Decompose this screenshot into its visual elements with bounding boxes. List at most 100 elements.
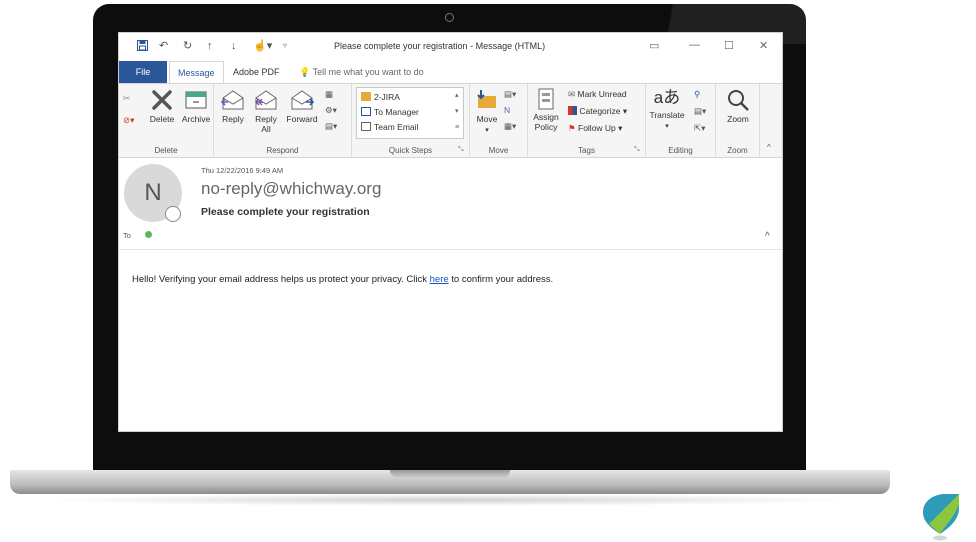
quick-step-item[interactable]: To Manager <box>361 106 419 118</box>
ribbon: ✂ ⊘▾ Delete Archive Delete Reply Reply A… <box>119 83 782 158</box>
message-subject: Please complete your registration <box>201 206 370 218</box>
editing-group-label: Editing <box>668 146 693 155</box>
forward-button[interactable]: Forward <box>282 88 322 124</box>
lightbulb-icon: 💡 <box>299 67 311 77</box>
more-respond-icon[interactable]: ▤▾ <box>325 120 337 132</box>
im-reply-icon[interactable]: ⚙▾ <box>325 104 337 116</box>
categorize-icon <box>568 106 577 115</box>
reading-pane: N Thu 12/22/2016 9:49 AM no-reply@whichw… <box>119 158 782 431</box>
laptop-shadow <box>40 494 860 506</box>
title-bar: ↶ ↻ ↑ ↓ ☝▾ ▿ Please complete your regist… <box>119 33 782 61</box>
find-icon[interactable]: ⚲ <box>694 88 700 100</box>
maximize-icon[interactable]: ☐ <box>724 39 734 52</box>
related-icon[interactable]: ▤▾ <box>694 105 706 117</box>
forward-label: Forward <box>286 114 318 124</box>
touch-mode-icon[interactable]: ☝▾ <box>253 40 272 52</box>
move-group: Move ▾ ▤▾ N ▦▾ Move <box>470 84 528 157</box>
delete-group: ✂ ⊘▾ Delete Archive Delete <box>119 84 214 157</box>
confirm-link[interactable]: here <box>430 274 449 285</box>
quick-step-item[interactable]: 2-JIRA <box>361 91 400 103</box>
customize-toolbar-icon[interactable]: ▿ <box>283 40 287 52</box>
ribbon-display-options-icon[interactable]: ▭ <box>649 39 659 52</box>
redo-icon[interactable]: ↻ <box>183 40 192 52</box>
delete-group-label: Delete <box>154 146 178 155</box>
respond-group-label: Respond <box>266 146 299 155</box>
junk-icon[interactable]: ⊘▾ <box>123 114 134 126</box>
previous-item-icon[interactable]: ↑ <box>207 40 213 52</box>
move-dropdown-icon: ▾ <box>485 127 489 134</box>
rules-icon[interactable]: ▤▾ <box>504 88 516 100</box>
reply-all-label-line2: All <box>261 124 271 134</box>
gallery-scroll-down-icon[interactable]: ▾ <box>455 106 459 118</box>
brand-logo-icon <box>923 494 959 541</box>
move-button[interactable]: Move ▾ <box>472 88 502 136</box>
quick-steps-group: 2-JIRA To Manager Team Email ▴ ▾ ≡ Quick… <box>352 84 470 157</box>
zoom-button[interactable]: Zoom <box>718 88 758 124</box>
translate-button[interactable]: aあ Translate ▾ <box>647 86 687 132</box>
mark-unread-button[interactable]: ✉ Mark Unread <box>568 88 627 100</box>
recipient-status-icon[interactable] <box>145 231 152 238</box>
email-icon <box>361 122 371 131</box>
policy-icon <box>538 88 554 110</box>
envelope-icon: ✉ <box>568 89 576 99</box>
presence-status-icon <box>165 206 181 222</box>
categorize-button[interactable]: Categorize ▾ <box>568 105 627 117</box>
tab-file[interactable]: File <box>119 61 167 83</box>
reply-icon <box>220 90 244 110</box>
collapse-ribbon-icon[interactable]: ^ <box>767 142 771 154</box>
reply-button[interactable]: Reply <box>216 88 250 124</box>
move-folder-icon <box>477 90 496 108</box>
delete-button[interactable]: Delete <box>145 88 179 124</box>
gallery-scroll-up-icon[interactable]: ▴ <box>455 90 459 102</box>
undo-icon[interactable]: ↶ <box>159 40 168 52</box>
delete-x-icon <box>152 90 172 110</box>
reply-all-button[interactable]: Reply All <box>249 88 283 134</box>
tags-group-label: Tags <box>578 146 595 155</box>
magnifier-icon <box>728 90 749 111</box>
follow-up-button[interactable]: ⚑ Follow Up ▾ <box>568 122 622 134</box>
window-title: Please complete your registration - Mess… <box>334 41 546 51</box>
message-body: Hello! Verifying your email address help… <box>132 274 553 285</box>
save-icon[interactable] <box>137 40 148 54</box>
tell-me-placeholder: Tell me what you want to do <box>312 67 424 77</box>
zoom-group-label: Zoom <box>727 146 748 155</box>
tell-me-search[interactable]: 💡 Tell me what you want to do <box>291 61 432 83</box>
quick-steps-group-label: Quick Steps <box>388 146 433 155</box>
next-item-icon[interactable]: ↓ <box>231 40 237 52</box>
close-icon[interactable]: ✕ <box>759 39 768 52</box>
assign-policy-label-line1: Assign <box>533 112 559 122</box>
webcam-icon <box>445 13 454 22</box>
translate-icon: aあ <box>653 88 681 107</box>
outlook-message-window: ↶ ↻ ↑ ↓ ☝▾ ▿ Please complete your regist… <box>118 32 783 432</box>
quick-step-item[interactable]: Team Email <box>361 121 418 133</box>
gallery-expand-icon[interactable]: ≡ <box>455 122 459 134</box>
select-icon[interactable]: ⇱▾ <box>694 122 705 134</box>
quick-steps-launcher-icon[interactable]: ⤡ <box>458 144 464 156</box>
respond-group: Reply Reply All Forward ▦ ⚙▾ ▤▾ Respond <box>214 84 352 157</box>
tab-adobe-pdf[interactable]: Adobe PDF <box>225 61 288 83</box>
forward-icon <box>291 90 315 110</box>
actions-icon[interactable]: ▦▾ <box>504 120 516 132</box>
move-label: Move <box>476 114 498 124</box>
editing-group: aあ Translate ▾ ⚲ ▤▾ ⇱▾ Editing <box>646 84 716 157</box>
zoom-label: Zoom <box>727 114 749 124</box>
delete-label: Delete <box>149 114 175 124</box>
tags-launcher-icon[interactable]: ⤡ <box>634 144 640 156</box>
reply-all-label-line1: Reply <box>255 114 277 124</box>
message-date: Thu 12/22/2016 9:49 AM <box>201 166 284 175</box>
archive-label: Archive <box>181 114 211 124</box>
meeting-reply-icon[interactable]: ▦ <box>325 88 333 100</box>
tab-message[interactable]: Message <box>169 61 224 83</box>
onenote-icon[interactable]: N <box>504 104 510 116</box>
collapse-header-icon[interactable]: ^ <box>765 231 770 242</box>
tags-group: Assign Policy ✉ Mark Unread Categorize ▾… <box>528 84 646 157</box>
assign-policy-label-line2: Policy <box>534 122 558 132</box>
to-label: To <box>123 231 131 240</box>
minimize-icon[interactable]: — <box>689 39 700 51</box>
ignore-icon[interactable]: ✂ <box>123 92 130 104</box>
assign-policy-button[interactable]: Assign Policy <box>530 88 562 132</box>
sender-address[interactable]: no-reply@whichway.org <box>201 179 381 199</box>
header-divider <box>119 249 782 250</box>
archive-button[interactable]: Archive <box>179 88 213 124</box>
archive-icon <box>185 91 207 109</box>
